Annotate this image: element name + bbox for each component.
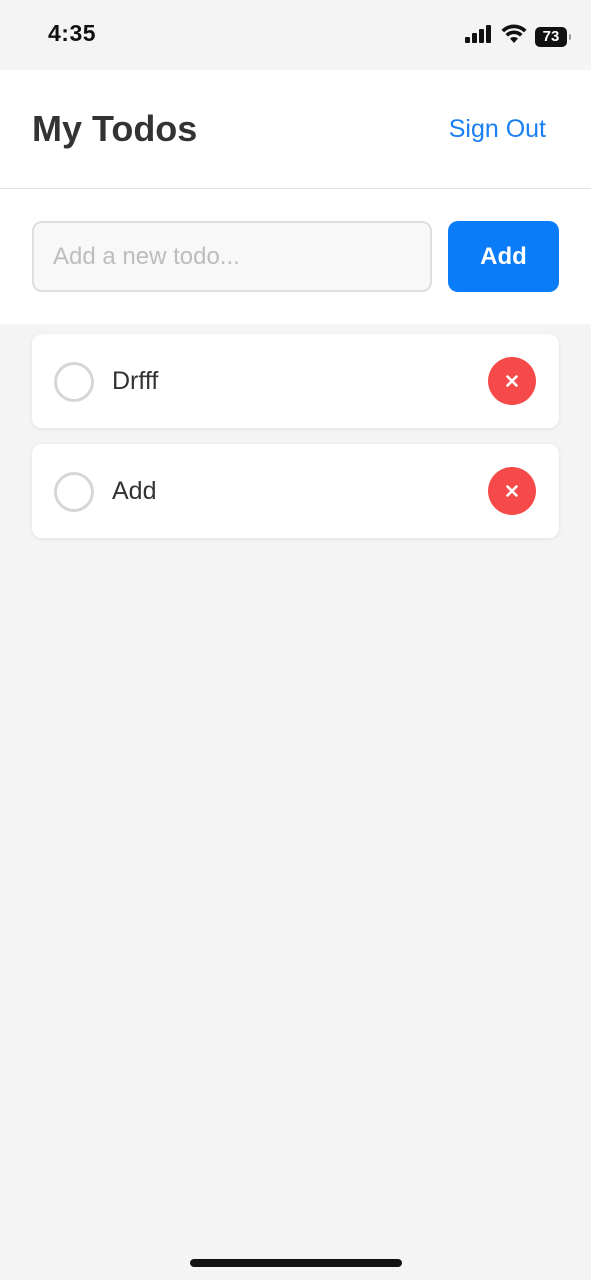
- cellular-signal-icon: [465, 25, 493, 48]
- status-icons: 73: [465, 24, 571, 49]
- add-todo-button[interactable]: Add: [448, 221, 559, 292]
- todo-item: Add: [32, 444, 559, 538]
- todo-text: Add: [112, 477, 157, 505]
- todo-list: Drfff Add: [32, 334, 559, 554]
- battery-cap: [569, 33, 571, 40]
- status-bar: 4:35 73: [0, 0, 591, 70]
- header: My Todos Sign Out: [0, 70, 591, 189]
- battery-icon: 73: [535, 26, 571, 47]
- status-time: 4:35: [48, 20, 97, 46]
- battery-level: 73: [542, 28, 560, 45]
- sign-out-button[interactable]: Sign Out: [449, 115, 546, 144]
- todo-checkbox[interactable]: [54, 362, 94, 402]
- delete-todo-button[interactable]: [488, 467, 536, 515]
- close-icon: [506, 485, 518, 497]
- todo-checkbox[interactable]: [54, 472, 94, 512]
- page-title: My Todos: [32, 108, 198, 149]
- delete-todo-button[interactable]: [488, 357, 536, 405]
- wifi-icon: [501, 24, 527, 49]
- new-todo-row: Add: [0, 189, 591, 324]
- todo-text: Drfff: [112, 367, 159, 395]
- todo-item: Drfff: [32, 334, 559, 428]
- new-todo-input[interactable]: [32, 221, 432, 292]
- close-icon: [506, 375, 518, 387]
- home-indicator: [190, 1259, 402, 1267]
